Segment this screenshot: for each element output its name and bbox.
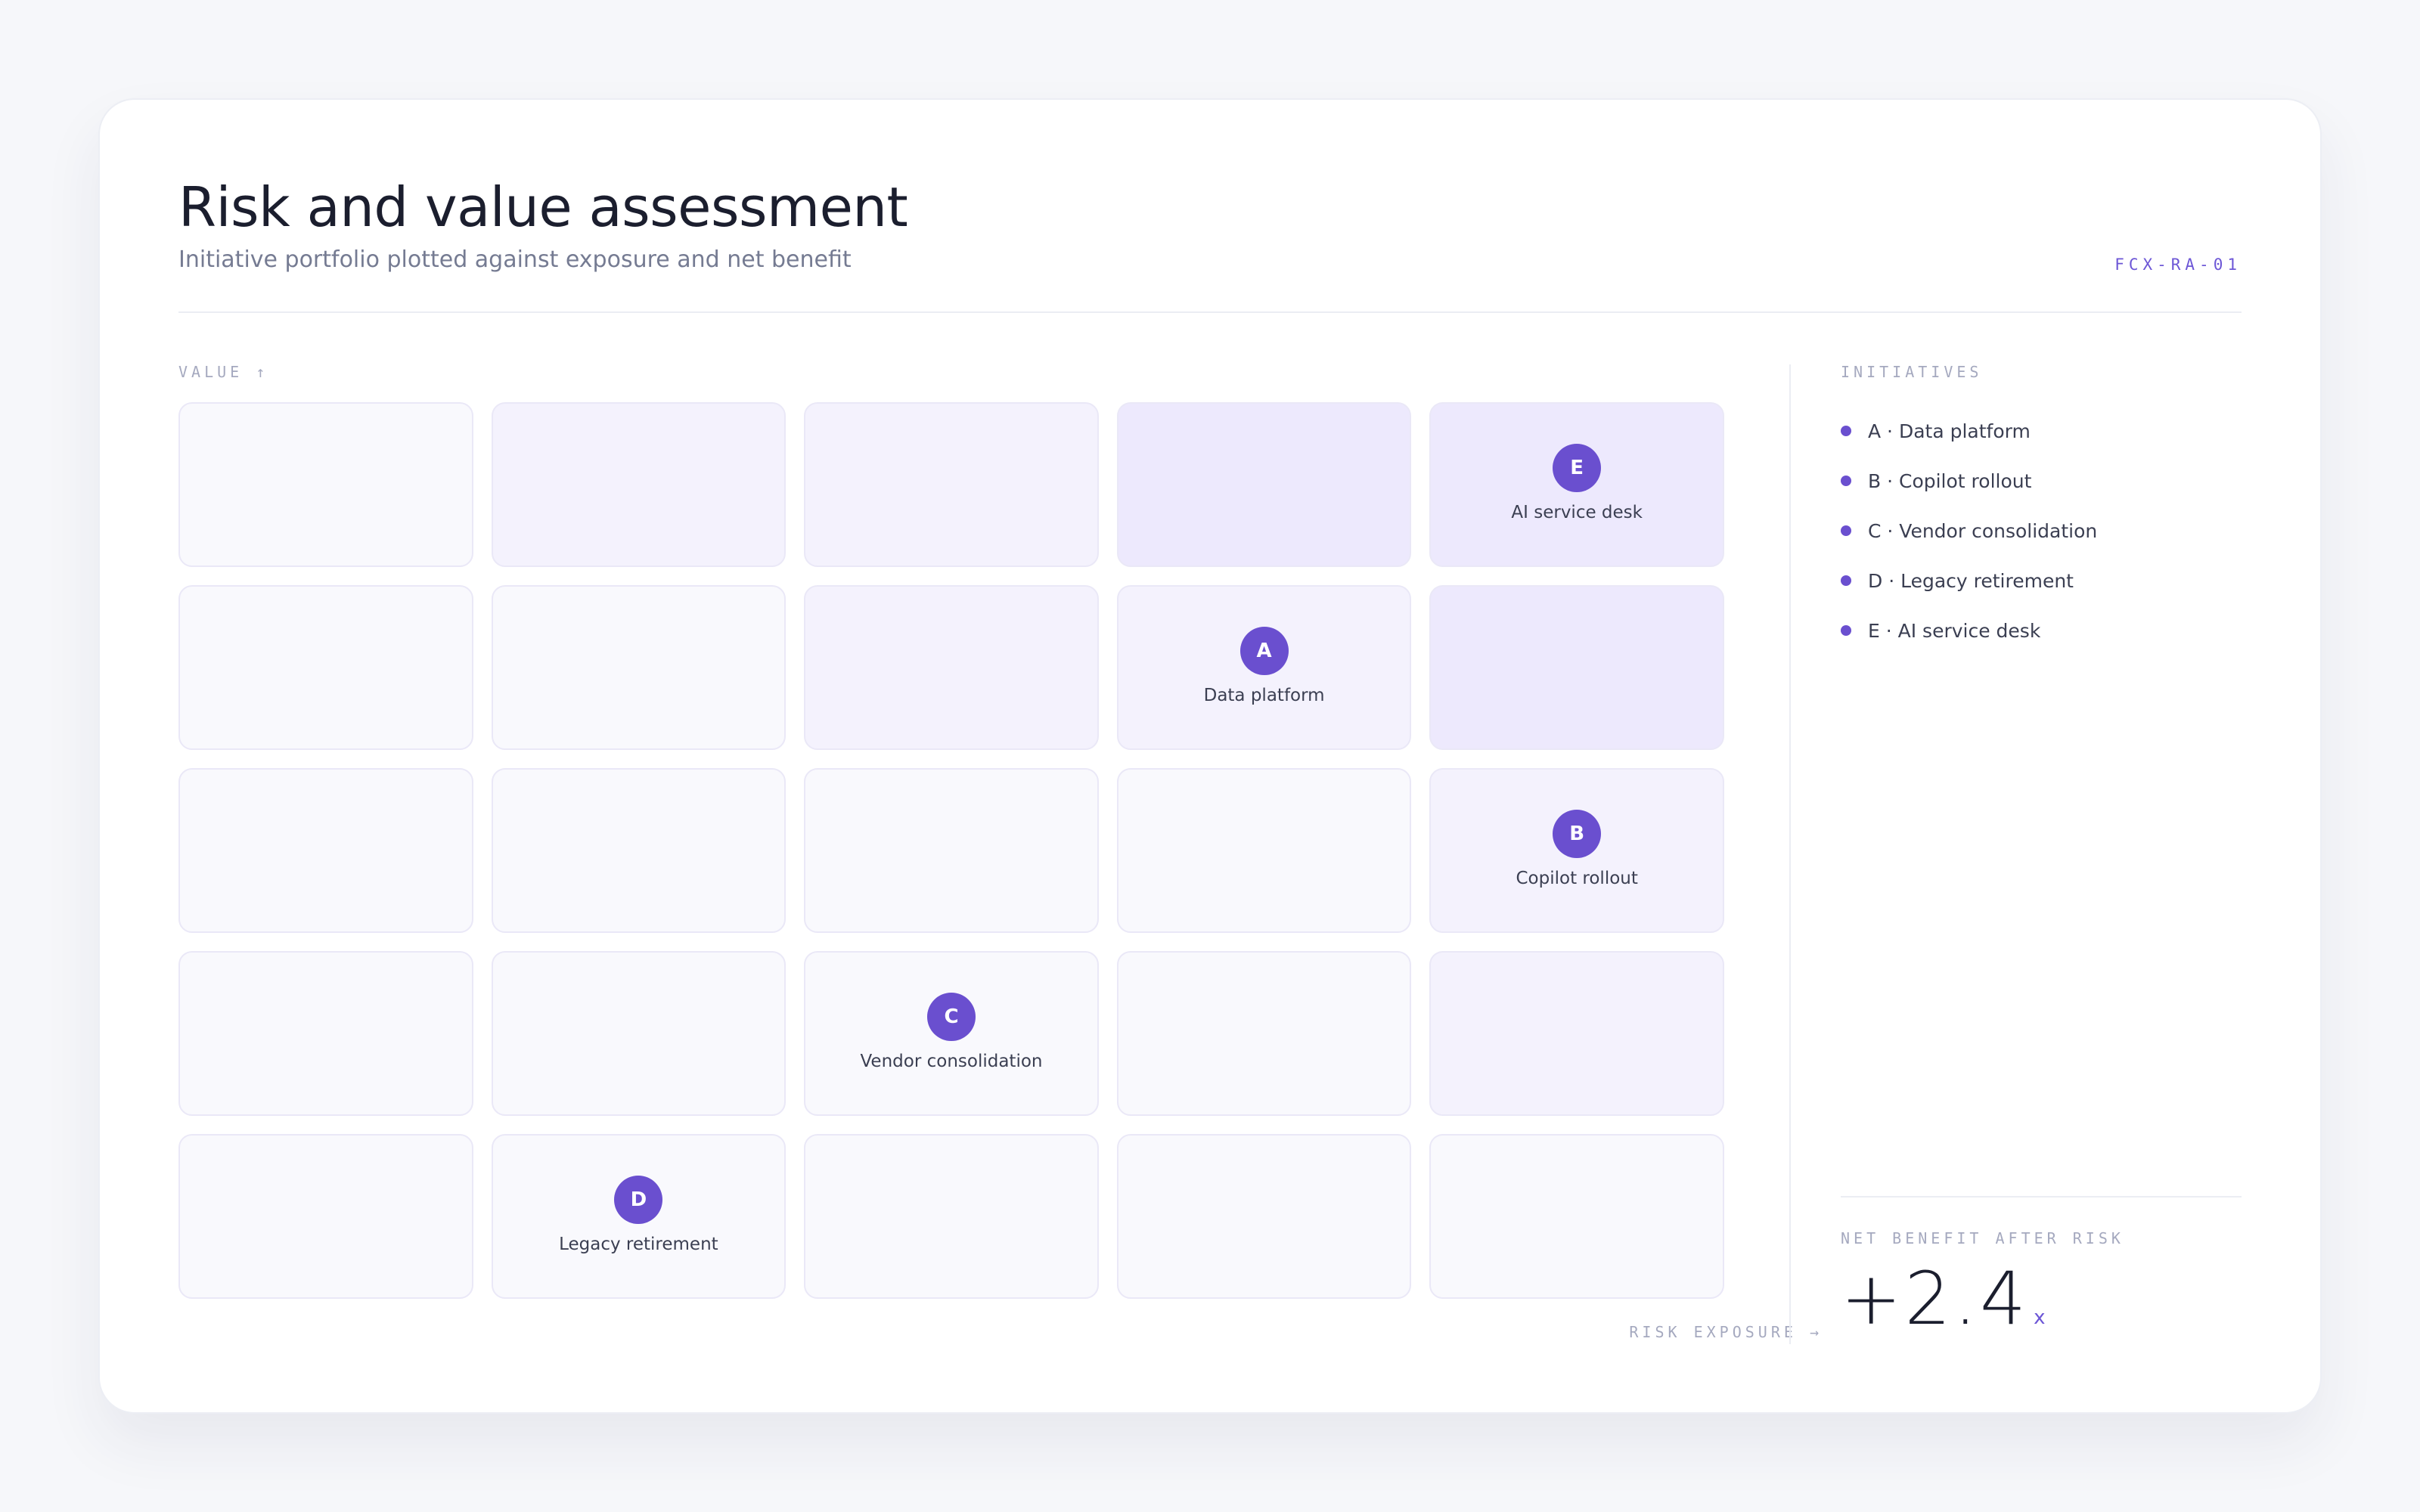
matrix-cell — [1116, 768, 1412, 933]
legend-item-label: B · Copilot rollout — [1868, 469, 2032, 492]
initiative-label: AI service desk — [1511, 503, 1643, 522]
page-subtitle: Initiative portfolio plotted against exp… — [178, 246, 852, 273]
legend-dot-icon — [1841, 625, 1851, 636]
kpi-value: +2.4 — [1841, 1256, 2030, 1341]
matrix-cell-d: D Legacy retirement — [491, 1134, 786, 1299]
initiative-label: Data platform — [1203, 686, 1325, 705]
legend-item: C · Vendor consolidation — [1841, 506, 2097, 556]
legend-list: A · Data platform B · Copilot rollout C … — [1841, 406, 2097, 655]
matrix-cell — [178, 951, 473, 1116]
initiative-label: Legacy retirement — [559, 1235, 718, 1254]
matrix-cell — [178, 768, 473, 933]
initiative-marker[interactable]: D — [614, 1176, 663, 1224]
legend-dot-icon — [1841, 575, 1851, 586]
document-code: FCX-RA-01 — [2114, 256, 2242, 274]
matrix-cell — [1429, 1134, 1724, 1299]
matrix-cell — [491, 585, 786, 750]
legend-dot-icon — [1841, 525, 1851, 536]
initiative-marker[interactable]: B — [1553, 810, 1602, 858]
legend-dot-icon — [1841, 476, 1851, 486]
legend-item: A · Data platform — [1841, 406, 2097, 456]
matrix-cell-a: A Data platform — [1116, 585, 1412, 750]
matrix-cell — [804, 402, 1099, 567]
matrix-cell — [1116, 951, 1412, 1116]
legend-item-label: D · Legacy retirement — [1868, 569, 2074, 592]
matrix-cell — [804, 585, 1099, 750]
legend-item-label: E · AI service desk — [1868, 619, 2041, 642]
risk-value-matrix: E AI service desk A Data platform B Copilot r… — [178, 402, 1724, 1299]
matrix-cell — [1429, 951, 1724, 1116]
kpi-readout: +2.4 x — [1841, 1256, 2046, 1341]
sidebar-divider — [1789, 364, 1791, 1344]
matrix-cell — [804, 1134, 1099, 1299]
kpi-label: NET BENEFIT AFTER RISK — [1841, 1229, 2124, 1247]
kpi-divider — [1841, 1196, 2242, 1198]
initiative-label: Copilot rollout — [1516, 869, 1638, 888]
y-axis-label: VALUE ↑ — [178, 363, 269, 381]
initiative-marker[interactable]: A — [1239, 627, 1289, 675]
legend-item: E · AI service desk — [1841, 606, 2097, 655]
kpi-unit: x — [2034, 1306, 2046, 1329]
matrix-cell-c: C Vendor consolidation — [804, 951, 1099, 1116]
legend-title: INITIATIVES — [1841, 363, 1983, 381]
legend-item: D · Legacy retirement — [1841, 556, 2097, 606]
header-divider — [178, 311, 2242, 313]
initiative-label: Vendor consolidation — [860, 1052, 1043, 1071]
legend-item-label: C · Vendor consolidation — [1868, 519, 2098, 542]
page-title: Risk and value assessment — [178, 175, 908, 239]
matrix-cell — [491, 402, 786, 567]
legend-dot-icon — [1841, 426, 1851, 436]
matrix-cell — [1116, 1134, 1412, 1299]
matrix-cell — [178, 1134, 473, 1299]
matrix-cell-b: B Copilot rollout — [1429, 768, 1724, 933]
initiative-marker[interactable]: C — [926, 993, 976, 1041]
x-axis-label: RISK EXPOSURE → — [1629, 1323, 1823, 1341]
matrix-cell-e: E AI service desk — [1429, 402, 1724, 567]
initiative-marker[interactable]: E — [1553, 444, 1602, 492]
matrix-cell — [178, 585, 473, 750]
legend-item-label: A · Data platform — [1868, 420, 2031, 442]
matrix-cell — [804, 768, 1099, 933]
matrix-cell — [1429, 585, 1724, 750]
legend-item: B · Copilot rollout — [1841, 456, 2097, 506]
matrix-cell — [1116, 402, 1412, 567]
matrix-cell — [491, 768, 786, 933]
matrix-cell — [491, 951, 786, 1116]
assessment-card: Risk and value assessment Initiative por… — [98, 98, 2322, 1414]
matrix-cell — [178, 402, 473, 567]
